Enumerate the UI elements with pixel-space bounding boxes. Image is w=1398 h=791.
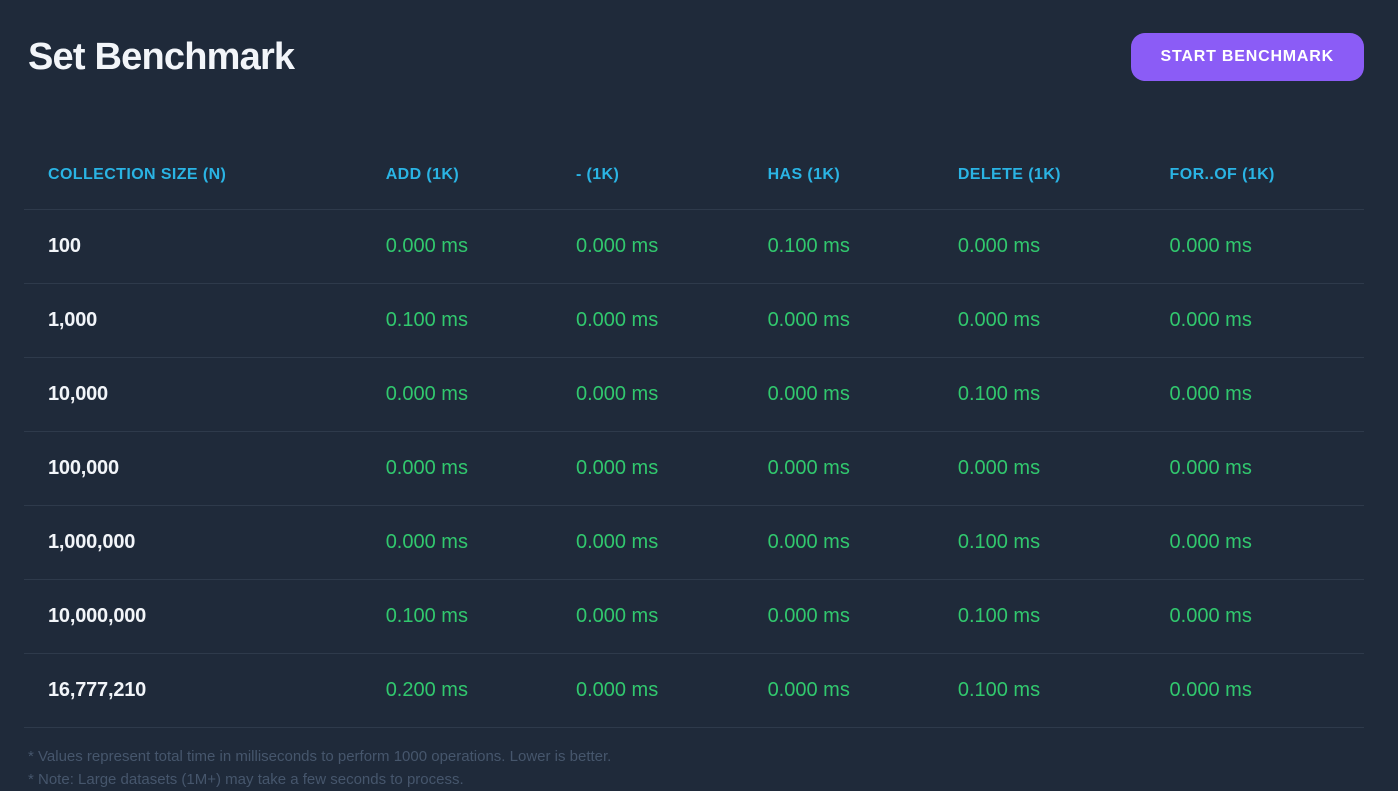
cell-add: 0.200 ms bbox=[362, 654, 552, 728]
cell-difference: 0.000 ms bbox=[552, 358, 744, 432]
cell-has: 0.000 ms bbox=[744, 506, 934, 580]
table-row: 100 0.000 ms 0.000 ms 0.100 ms 0.000 ms … bbox=[24, 210, 1364, 284]
column-header-has: HAS (1K) bbox=[744, 145, 934, 210]
page-title: Set Benchmark bbox=[28, 36, 294, 79]
table-header-row: COLLECTION SIZE (N) ADD (1K) - (1K) HAS … bbox=[24, 145, 1364, 210]
table-row: 10,000,000 0.100 ms 0.000 ms 0.000 ms 0.… bbox=[24, 580, 1364, 654]
cell-difference: 0.000 ms bbox=[552, 580, 744, 654]
cell-has: 0.100 ms bbox=[744, 210, 934, 284]
column-header-delete: DELETE (1K) bbox=[934, 145, 1146, 210]
cell-delete: 0.000 ms bbox=[934, 284, 1146, 358]
start-benchmark-button[interactable]: START BENCHMARK bbox=[1131, 33, 1364, 81]
cell-has: 0.000 ms bbox=[744, 654, 934, 728]
row-size-label: 100 bbox=[24, 210, 362, 284]
cell-add: 0.000 ms bbox=[362, 210, 552, 284]
table-row: 100,000 0.000 ms 0.000 ms 0.000 ms 0.000… bbox=[24, 432, 1364, 506]
row-size-label: 100,000 bbox=[24, 432, 362, 506]
cell-delete: 0.100 ms bbox=[934, 654, 1146, 728]
cell-difference: 0.000 ms bbox=[552, 284, 744, 358]
footnote-large-datasets: * Note: Large datasets (1M+) may take a … bbox=[28, 768, 611, 791]
page-header: Set Benchmark START BENCHMARK bbox=[0, 0, 1398, 81]
cell-delete: 0.100 ms bbox=[934, 580, 1146, 654]
table-row: 1,000,000 0.000 ms 0.000 ms 0.000 ms 0.1… bbox=[24, 506, 1364, 580]
cell-add: 0.000 ms bbox=[362, 358, 552, 432]
cell-add: 0.100 ms bbox=[362, 580, 552, 654]
cell-has: 0.000 ms bbox=[744, 284, 934, 358]
table-row: 10,000 0.000 ms 0.000 ms 0.000 ms 0.100 … bbox=[24, 358, 1364, 432]
cell-forof: 0.000 ms bbox=[1146, 210, 1364, 284]
cell-has: 0.000 ms bbox=[744, 432, 934, 506]
table-row: 1,000 0.100 ms 0.000 ms 0.000 ms 0.000 m… bbox=[24, 284, 1364, 358]
row-size-label: 1,000,000 bbox=[24, 506, 362, 580]
cell-forof: 0.000 ms bbox=[1146, 654, 1364, 728]
cell-add: 0.000 ms bbox=[362, 432, 552, 506]
cell-has: 0.000 ms bbox=[744, 358, 934, 432]
cell-forof: 0.000 ms bbox=[1146, 432, 1364, 506]
column-header-collection-size: COLLECTION SIZE (N) bbox=[24, 145, 362, 210]
table-row: 16,777,210 0.200 ms 0.000 ms 0.000 ms 0.… bbox=[24, 654, 1364, 728]
cell-delete: 0.000 ms bbox=[934, 432, 1146, 506]
column-header-add: ADD (1K) bbox=[362, 145, 552, 210]
cell-difference: 0.000 ms bbox=[552, 432, 744, 506]
cell-delete: 0.000 ms bbox=[934, 210, 1146, 284]
cell-forof: 0.000 ms bbox=[1146, 358, 1364, 432]
column-header-forof: FOR..OF (1K) bbox=[1146, 145, 1364, 210]
cell-add: 0.100 ms bbox=[362, 284, 552, 358]
cell-difference: 0.000 ms bbox=[552, 210, 744, 284]
footnote-values-explanation: * Values represent total time in millise… bbox=[28, 745, 611, 768]
cell-add: 0.000 ms bbox=[362, 506, 552, 580]
footnotes: * Values represent total time in millise… bbox=[28, 745, 611, 791]
benchmark-table: COLLECTION SIZE (N) ADD (1K) - (1K) HAS … bbox=[24, 145, 1364, 728]
row-size-label: 10,000 bbox=[24, 358, 362, 432]
row-size-label: 10,000,000 bbox=[24, 580, 362, 654]
cell-forof: 0.000 ms bbox=[1146, 580, 1364, 654]
cell-difference: 0.000 ms bbox=[552, 654, 744, 728]
row-size-label: 1,000 bbox=[24, 284, 362, 358]
cell-delete: 0.100 ms bbox=[934, 506, 1146, 580]
cell-delete: 0.100 ms bbox=[934, 358, 1146, 432]
row-size-label: 16,777,210 bbox=[24, 654, 362, 728]
cell-forof: 0.000 ms bbox=[1146, 284, 1364, 358]
cell-difference: 0.000 ms bbox=[552, 506, 744, 580]
cell-forof: 0.000 ms bbox=[1146, 506, 1364, 580]
column-header-difference: - (1K) bbox=[552, 145, 744, 210]
cell-has: 0.000 ms bbox=[744, 580, 934, 654]
